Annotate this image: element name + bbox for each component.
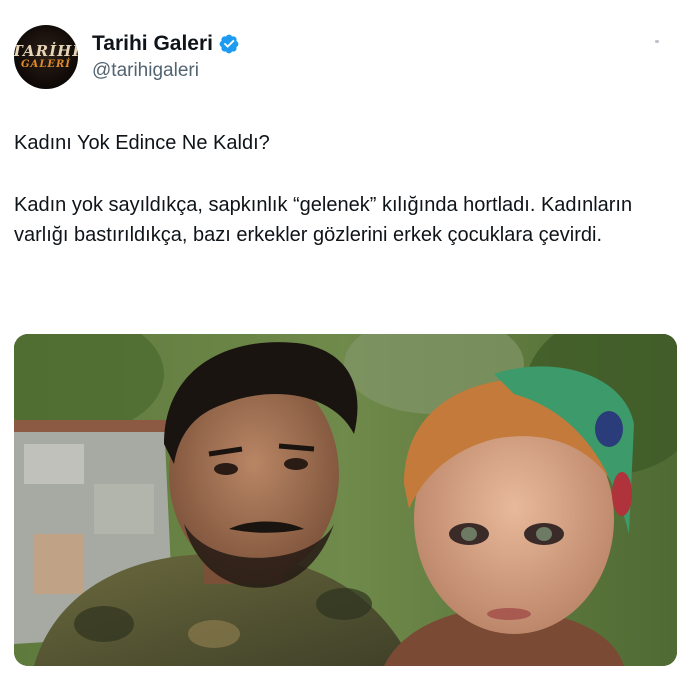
verified-badge-icon (218, 33, 240, 55)
author-names: Tarihi Galeri @tarihigaleri (92, 31, 240, 83)
tweet-card: TARİHİ GALERİ Tarihi Galeri @tarihigaler… (0, 0, 690, 690)
display-name-row: Tarihi Galeri (92, 31, 240, 57)
display-name[interactable]: Tarihi Galeri (92, 31, 213, 57)
tweet-text: Kadını Yok Edince Ne Kaldı? Kadın yok sa… (14, 128, 678, 250)
tweet-header: TARİHİ GALERİ Tarihi Galeri @tarihigaler… (14, 24, 240, 90)
more-options-icon[interactable] (655, 40, 659, 43)
user-handle[interactable]: @tarihigaleri (92, 59, 240, 83)
tweet-body: Kadın yok sayıldıkça, sapkınlık “gelenek… (14, 194, 633, 246)
avatar-logo-line1: TARİHİ (14, 42, 78, 60)
tweet-title: Kadını Yok Edince Ne Kaldı? (14, 132, 270, 154)
avatar-logo-line2: GALERİ (21, 59, 71, 70)
photo-illustration (14, 334, 677, 666)
tweet-photo[interactable] (14, 334, 677, 666)
avatar[interactable]: TARİHİ GALERİ (14, 25, 78, 89)
